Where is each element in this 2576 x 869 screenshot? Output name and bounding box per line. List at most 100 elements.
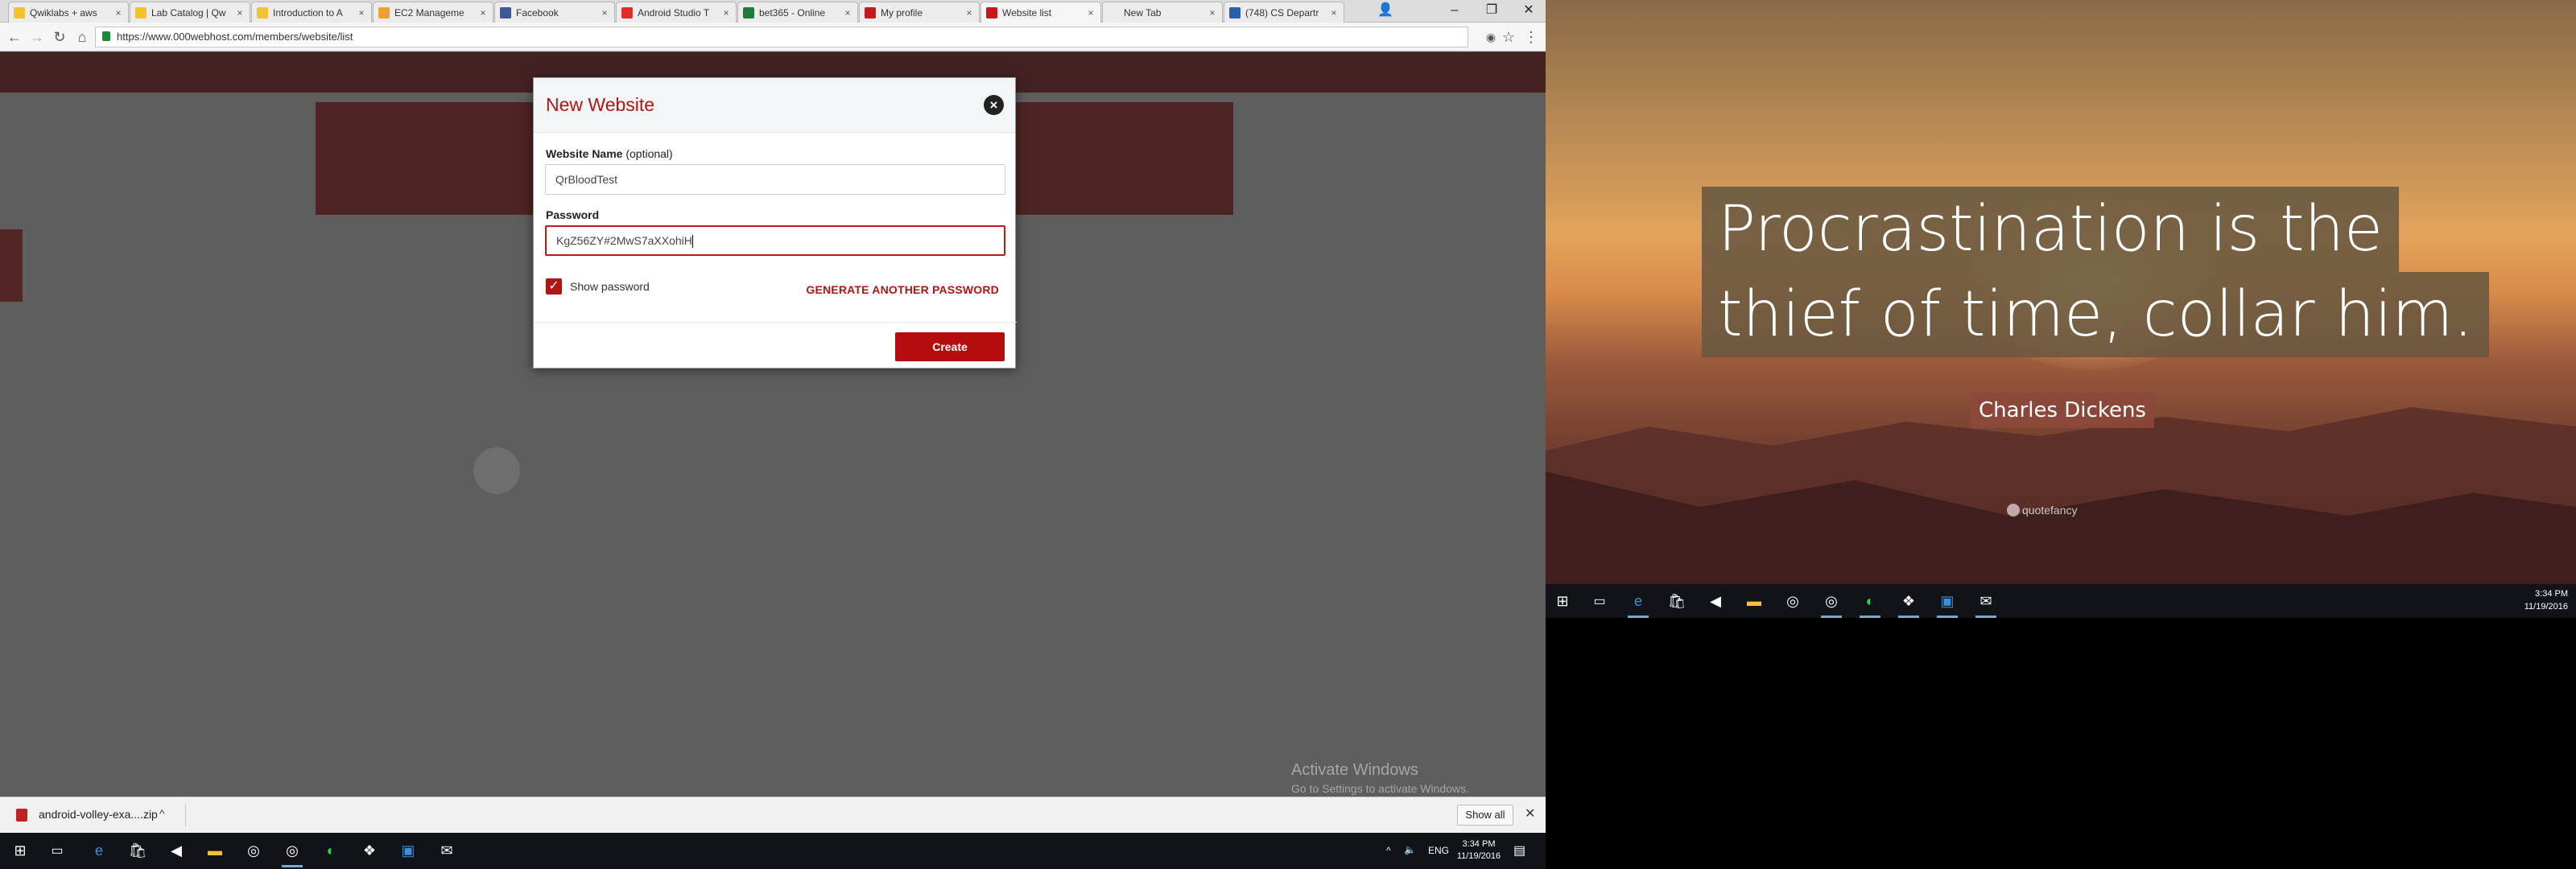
browser-tab[interactable]: EC2 Manageme × bbox=[373, 2, 493, 23]
browser-tab[interactable]: Facebook × bbox=[494, 2, 615, 23]
tab-label: My profile bbox=[881, 6, 923, 19]
chrome-active-icon[interactable]: ◎ bbox=[280, 838, 304, 867]
store-icon[interactable]: 🛍 bbox=[126, 838, 150, 863]
divider bbox=[185, 804, 186, 826]
generate-password-link[interactable]: GENERATE ANOTHER PASSWORD bbox=[806, 283, 999, 296]
file-explorer-icon[interactable]: ▬ bbox=[203, 838, 227, 863]
network-app-icon[interactable]: ▣ bbox=[396, 838, 420, 863]
mail-icon[interactable]: ✉ bbox=[1974, 589, 1998, 618]
tab-label: Lab Catalog | Qw bbox=[151, 6, 226, 19]
tab-close-icon[interactable]: × bbox=[964, 7, 974, 19]
forward-icon[interactable]: → bbox=[27, 27, 47, 47]
task-view-icon[interactable]: ▭ bbox=[45, 838, 69, 863]
browser-tab[interactable]: New Tab × bbox=[1102, 2, 1223, 23]
media-player-icon[interactable]: ◀ bbox=[1703, 589, 1728, 613]
optional-hint: (optional) bbox=[625, 147, 673, 160]
clock-time[interactable]: 3:34 PM bbox=[1459, 839, 1499, 849]
tab-close-icon[interactable]: × bbox=[843, 7, 852, 19]
browser-tab[interactable]: (748) CS Departr × bbox=[1224, 2, 1344, 23]
website-name-label-text: Website Name bbox=[546, 147, 623, 160]
show-password-checkbox[interactable]: ✓ bbox=[546, 278, 562, 294]
browser-tab[interactable]: bet365 - Online × bbox=[737, 2, 858, 23]
show-password-label: Show password bbox=[570, 280, 650, 293]
clock-time[interactable]: 3:34 PM bbox=[2520, 589, 2568, 599]
taskbar: ⊞ ▭ e 🛍 ◀ ▬ ◎ ◎ ◐ ❖ ▣ ✉ ^ 🔈 ENG 3:34 PM … bbox=[0, 833, 1546, 869]
chrome-icon[interactable]: ◎ bbox=[1781, 589, 1805, 613]
tab-favicon-icon bbox=[257, 6, 268, 19]
task-view-icon[interactable]: ▭ bbox=[1587, 589, 1612, 613]
password-value: KgZ56ZY#2MwS7aXXohiH bbox=[556, 234, 692, 247]
browser-tab[interactable]: My profile × bbox=[859, 2, 980, 23]
maximize-button[interactable]: ❐ bbox=[1473, 0, 1510, 23]
chrome-icon[interactable]: ◎ bbox=[242, 838, 266, 863]
lock-icon bbox=[102, 31, 110, 41]
tray-chevron-up-icon[interactable]: ^ bbox=[1386, 845, 1391, 856]
network-app-icon[interactable]: ▣ bbox=[1935, 589, 1959, 618]
tab-close-icon[interactable]: × bbox=[357, 7, 366, 19]
menu-icon[interactable]: ⋮ bbox=[1521, 27, 1541, 47]
tab-favicon-icon bbox=[378, 6, 390, 19]
bookmark-star-icon[interactable]: ☆ bbox=[1499, 27, 1518, 47]
loading-spinner-icon bbox=[473, 447, 520, 494]
shield-icon[interactable]: ◉ bbox=[1481, 27, 1501, 47]
language-indicator[interactable]: ENG bbox=[1428, 845, 1449, 856]
edge-browser-icon[interactable]: e bbox=[1626, 589, 1650, 618]
chrome-active-icon[interactable]: ◎ bbox=[1819, 589, 1843, 618]
dialog-header: New Website × bbox=[534, 78, 1015, 133]
download-item[interactable]: android-volley-exa....zip bbox=[39, 808, 158, 821]
url-text: https://www.000webhost.com/members/websi… bbox=[117, 31, 353, 43]
address-bar[interactable]: https://www.000webhost.com/members/websi… bbox=[95, 27, 1468, 47]
green-app-icon[interactable]: ◐ bbox=[1858, 589, 1882, 618]
browser-tab[interactable]: Website list × bbox=[980, 2, 1101, 23]
dialog-divider bbox=[534, 322, 1017, 323]
clock-date[interactable]: 11/19/2016 bbox=[2512, 602, 2568, 612]
start-windows-icon[interactable]: ⊞ bbox=[1550, 589, 1575, 613]
close-shelf-icon[interactable]: ✕ bbox=[1525, 805, 1535, 822]
tab-close-icon[interactable]: × bbox=[478, 7, 488, 19]
browser-tab[interactable]: Qwiklabs + aws × bbox=[8, 2, 129, 23]
store-icon[interactable]: 🛍 bbox=[1665, 589, 1689, 613]
browser-tab[interactable]: Android Studio T × bbox=[616, 2, 737, 23]
mail-icon[interactable]: ✉ bbox=[435, 838, 459, 863]
tab-close-icon[interactable]: × bbox=[1086, 7, 1096, 19]
browser-tab[interactable]: Introduction to A × bbox=[251, 2, 372, 23]
settings-app-icon[interactable]: ❖ bbox=[1897, 589, 1921, 618]
tab-label: bet365 - Online bbox=[759, 6, 826, 19]
start-windows-icon[interactable]: ⊞ bbox=[8, 838, 32, 863]
back-icon[interactable]: ← bbox=[5, 27, 24, 47]
tab-close-icon[interactable]: × bbox=[721, 7, 731, 19]
show-all-button[interactable]: Show all bbox=[1457, 805, 1513, 826]
tab-close-icon[interactable]: × bbox=[1329, 7, 1339, 19]
clock-date[interactable]: 11/19/2016 bbox=[1454, 851, 1504, 861]
file-explorer-icon[interactable]: ▬ bbox=[1742, 589, 1766, 613]
website-name-input[interactable]: QrBloodTest bbox=[545, 164, 1005, 195]
green-app-icon[interactable]: ◐ bbox=[319, 838, 343, 863]
close-window-button[interactable]: ✕ bbox=[1510, 0, 1546, 23]
password-input[interactable]: KgZ56ZY#2MwS7aXXohiH bbox=[545, 225, 1005, 256]
volume-icon[interactable]: 🔈 bbox=[1404, 844, 1416, 855]
tab-close-icon[interactable]: × bbox=[235, 7, 245, 19]
create-button[interactable]: Create bbox=[895, 332, 1005, 361]
settings-app-icon[interactable]: ❖ bbox=[357, 838, 382, 863]
media-player-icon[interactable]: ◀ bbox=[164, 838, 188, 863]
tab-label: Android Studio T bbox=[638, 6, 710, 19]
tab-favicon-icon bbox=[135, 6, 147, 19]
text-caret bbox=[691, 235, 693, 249]
reload-icon[interactable]: ↻ bbox=[50, 27, 69, 47]
tab-close-icon[interactable]: × bbox=[1208, 7, 1217, 19]
edge-browser-icon[interactable]: e bbox=[87, 838, 111, 863]
tab-close-icon[interactable]: × bbox=[114, 7, 123, 19]
chevron-up-icon[interactable]: ^ bbox=[159, 807, 165, 820]
close-icon[interactable]: × bbox=[984, 95, 1004, 115]
action-center-icon[interactable]: ▤ bbox=[1513, 842, 1525, 859]
new-website-dialog: New Website × Website Name (optional) Qr… bbox=[533, 77, 1017, 369]
minimize-button[interactable]: – bbox=[1436, 0, 1473, 23]
tab-label: (748) CS Departr bbox=[1245, 6, 1319, 19]
tab-label: Qwiklabs + aws bbox=[30, 6, 97, 19]
tab-close-icon[interactable]: × bbox=[600, 7, 609, 19]
home-icon[interactable]: ⌂ bbox=[72, 27, 92, 47]
user-icon[interactable]: 👤 bbox=[1367, 0, 1404, 23]
tab-label: EC2 Manageme bbox=[394, 6, 464, 19]
website-name-label: Website Name (optional) bbox=[546, 147, 673, 160]
browser-tab[interactable]: Lab Catalog | Qw × bbox=[130, 2, 250, 23]
